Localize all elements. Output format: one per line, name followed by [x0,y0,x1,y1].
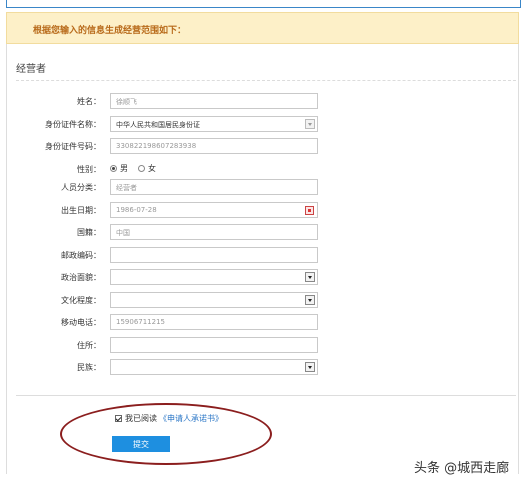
ethnicity-select[interactable] [110,359,318,375]
gender-female-radio[interactable] [138,165,145,172]
form-footer-divider [16,395,516,396]
gender-radio-group: 男 女 [110,163,156,174]
id-type-value: 中华人民共和国居民身份证 [116,121,200,129]
postal-code-row: 邮政编码： [0,247,525,263]
political-status-label: 政治面貌： [61,273,101,282]
ethnicity-row: 民族： [0,359,525,375]
birth-date-row: 出生日期： 1986-07-28 [0,202,525,218]
chevron-down-icon[interactable] [305,295,315,305]
political-status-row: 政治面貌： [0,269,525,285]
postal-code-label: 邮政编码： [61,251,101,260]
mobile-label: 移动电话： [61,318,101,327]
address-label: 住所： [77,341,101,350]
id-type-select[interactable]: 中华人民共和国居民身份证 [110,116,318,132]
id-number-row: 身份证件号码： 330822198607283938 [0,138,525,154]
postal-code-input[interactable] [110,247,318,263]
birth-date-input[interactable]: 1986-07-28 [110,202,318,218]
id-number-label: 身份证件号码： [45,142,101,151]
gender-label: 性别： [77,165,101,174]
notice-text: 根据您输入的信息生成经营范围如下： [33,26,187,36]
nationality-row: 国籍： 中国 [0,224,525,240]
category-row: 人员分类： 经营者 [0,179,525,195]
chevron-down-icon[interactable] [305,119,315,129]
notice-banner: 根据您输入的信息生成经营范围如下： [6,12,519,44]
category-label: 人员分类： [61,183,101,192]
political-status-select[interactable] [110,269,318,285]
nationality-input[interactable]: 中国 [110,224,318,240]
watermark: 头条 @城西走廊 [414,461,510,476]
birth-date-value: 1986-07-28 [116,206,157,214]
mobile-row: 移动电话： 15906711215 [0,314,525,330]
chevron-down-icon[interactable] [305,362,315,372]
education-row: 文化程度： [0,292,525,308]
ethnicity-label: 民族： [77,363,101,372]
name-label: 姓名： [77,97,101,106]
section-title: 经营者 [16,64,46,75]
mobile-input[interactable]: 15906711215 [110,314,318,330]
gender-row: 性别： 男 女 [0,161,525,177]
birth-date-label: 出生日期： [61,206,101,215]
category-input[interactable]: 经营者 [110,179,318,195]
education-select[interactable] [110,292,318,308]
name-input[interactable]: 徐顺飞 [110,93,318,109]
nationality-label: 国籍： [77,228,101,237]
chevron-down-icon[interactable] [305,272,315,282]
address-input[interactable] [110,337,318,353]
annotation-circle [60,403,272,465]
top-border [6,0,521,8]
id-type-row: 身份证件名称： 中华人民共和国居民身份证 [0,116,525,132]
education-label: 文化程度： [61,296,101,305]
gender-female-label: 女 [148,164,156,173]
id-number-input[interactable]: 330822198607283938 [110,138,318,154]
gender-male-label: 男 [120,164,128,173]
address-row: 住所： [0,337,525,353]
calendar-icon[interactable] [305,206,314,215]
gender-male-radio[interactable] [110,165,117,172]
id-type-label: 身份证件名称： [45,120,101,129]
section-divider [16,80,516,81]
name-row: 姓名： 徐顺飞 [0,93,525,109]
